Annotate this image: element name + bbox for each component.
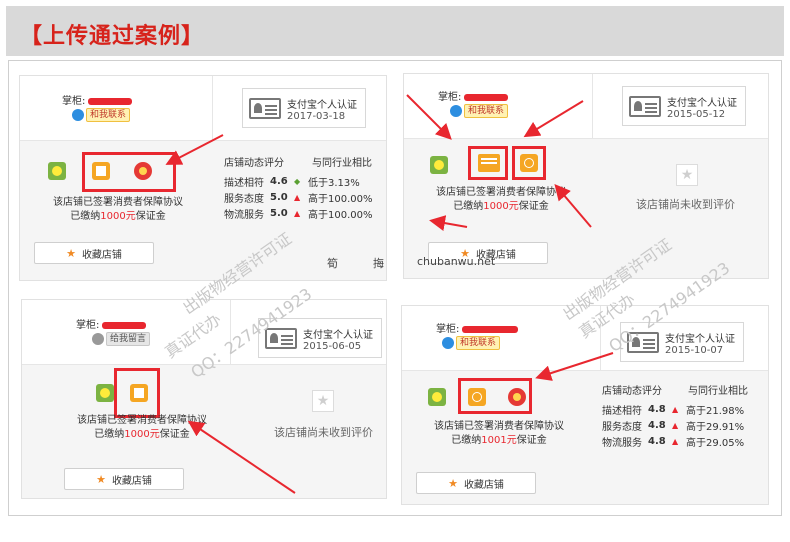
section-title: 【上传通过案例】 xyxy=(20,24,205,49)
arrow-line xyxy=(429,215,468,231)
screenshot-frame: 掌柜: 和我联系 支付宝个人认证 2017-03-18 该店铺已签署消费者保障协… xyxy=(8,60,782,516)
arrow-line xyxy=(187,420,296,494)
arrow-line xyxy=(523,100,584,138)
arrow-line xyxy=(554,183,592,228)
arrow-line xyxy=(165,134,224,165)
arrow-line xyxy=(535,352,614,381)
section-header: 【上传通过案例】 xyxy=(6,6,784,56)
arrow-line xyxy=(406,94,452,140)
annotation-arrows xyxy=(165,94,614,494)
